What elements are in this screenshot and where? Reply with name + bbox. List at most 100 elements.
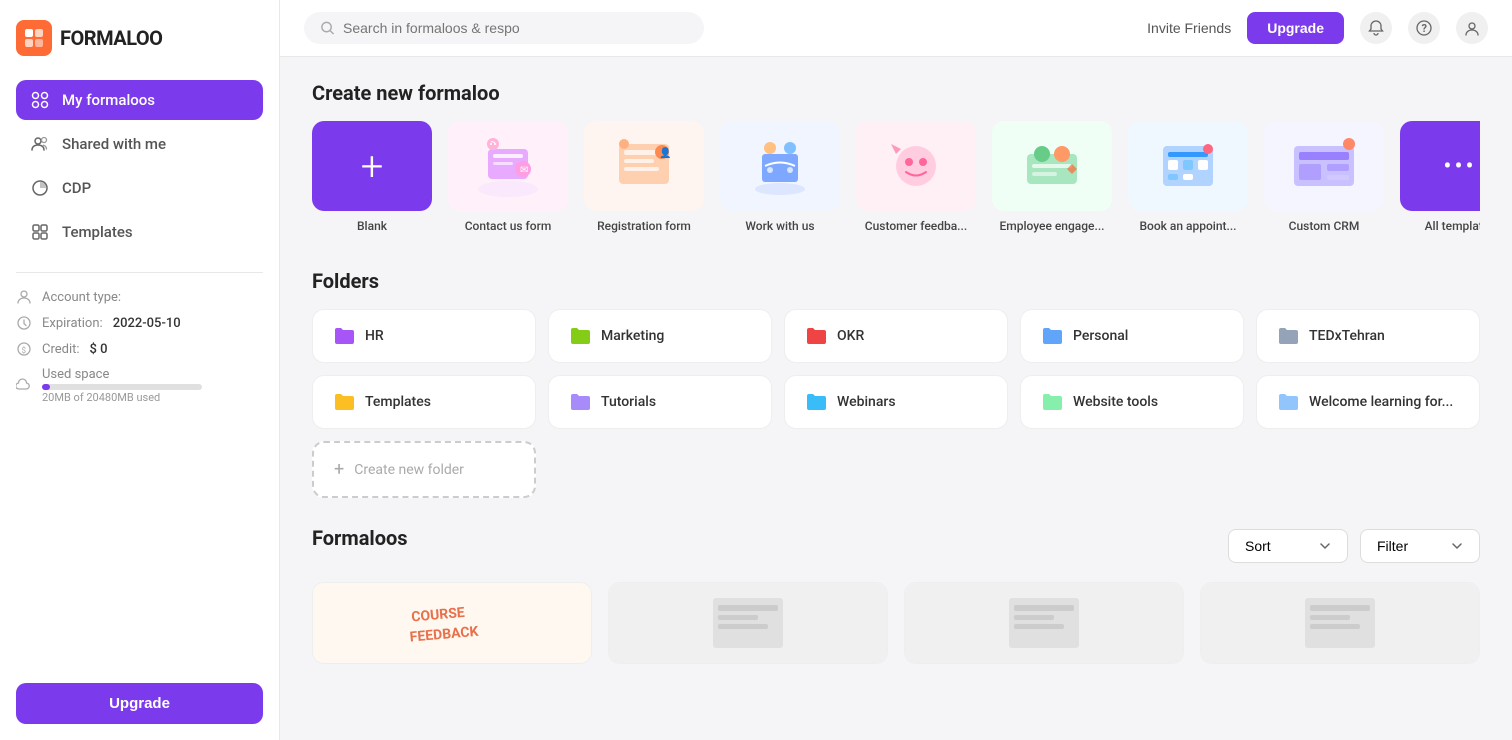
folder-icon-welcome bbox=[1277, 392, 1299, 412]
svg-text:$: $ bbox=[22, 346, 27, 355]
create-folder-plus: + bbox=[334, 459, 344, 480]
template-custom-crm[interactable]: Custom CRM bbox=[1264, 121, 1384, 233]
folder-templates-label: Templates bbox=[365, 394, 431, 410]
folder-hr[interactable]: HR bbox=[312, 309, 536, 363]
help-icon-button[interactable]: ? bbox=[1408, 12, 1440, 44]
sort-dropdown[interactable]: Sort bbox=[1228, 529, 1348, 563]
template-contact-us-form[interactable]: ✉ Contact us form bbox=[448, 121, 568, 233]
content-area: Create new formaloo + Blank bbox=[280, 57, 1512, 688]
folder-marketing[interactable]: Marketing bbox=[548, 309, 772, 363]
folder-marketing-label: Marketing bbox=[601, 328, 664, 344]
svg-text:?: ? bbox=[1422, 22, 1428, 35]
template-book-thumb bbox=[1128, 121, 1248, 211]
sidebar-item-shared-with-me[interactable]: Shared with me bbox=[16, 124, 263, 164]
svg-text:COURSE: COURSE bbox=[411, 605, 466, 626]
folder-icon-marketing bbox=[569, 326, 591, 346]
work-illustration bbox=[740, 134, 820, 199]
template-employee-thumb bbox=[992, 121, 1112, 211]
search-input[interactable] bbox=[343, 20, 688, 36]
template-registration-form[interactable]: 👤 Registration form bbox=[584, 121, 704, 233]
folder-website-tools-label: Website tools bbox=[1073, 394, 1158, 410]
progress-bar-bg bbox=[42, 384, 202, 390]
folders-section-title: Folders bbox=[312, 269, 1480, 293]
template-blank[interactable]: + Blank bbox=[312, 121, 432, 233]
template-all[interactable]: ••• All templates bbox=[1400, 121, 1480, 233]
folder-tutorials[interactable]: Tutorials bbox=[548, 375, 772, 429]
card-2-illustration bbox=[708, 593, 788, 653]
sidebar-divider bbox=[16, 272, 263, 273]
template-all-label: All templates bbox=[1425, 219, 1480, 233]
template-registration-thumb: 👤 bbox=[584, 121, 704, 211]
create-section-title: Create new formaloo bbox=[312, 81, 1480, 105]
folder-website-tools[interactable]: Website tools bbox=[1020, 375, 1244, 429]
template-customer-label: Customer feedba... bbox=[865, 219, 967, 233]
formaloos-section-title: Formaloos bbox=[312, 526, 408, 550]
expiration-label: Expiration: bbox=[42, 316, 103, 331]
sidebar-item-cdp[interactable]: CDP bbox=[16, 168, 263, 208]
template-blank-thumb: + bbox=[312, 121, 432, 211]
main-content: Invite Friends Upgrade ? bbox=[280, 0, 1512, 740]
folder-hr-label: HR bbox=[365, 328, 384, 344]
create-folder-card[interactable]: + Create new folder bbox=[312, 441, 536, 498]
sidebar-item-templates[interactable]: Templates bbox=[16, 212, 263, 252]
folder-icon-hr bbox=[333, 326, 355, 346]
template-work-label: Work with us bbox=[745, 219, 814, 233]
credit-label: Credit: bbox=[42, 342, 80, 357]
upgrade-sidebar-button[interactable]: Upgrade bbox=[16, 683, 263, 724]
folders-section: Folders HR Marketing bbox=[312, 269, 1480, 498]
filter-dropdown[interactable]: Filter bbox=[1360, 529, 1480, 563]
folder-tedx-label: TEDxTehran bbox=[1309, 328, 1385, 344]
search-icon bbox=[320, 20, 335, 36]
formaloo-card-2[interactable] bbox=[608, 582, 888, 664]
sidebar-item-shared-with-me-label: Shared with me bbox=[62, 135, 166, 153]
template-customer-feedback[interactable]: Customer feedba... bbox=[856, 121, 976, 233]
folder-tedx[interactable]: TEDxTehran bbox=[1256, 309, 1480, 363]
search-bar[interactable] bbox=[304, 12, 704, 44]
folder-templates[interactable]: Templates bbox=[312, 375, 536, 429]
notification-icon-button[interactable] bbox=[1360, 12, 1392, 44]
upgrade-top-button[interactable]: Upgrade bbox=[1247, 12, 1344, 44]
used-space-value: 20MB of 20480MB used bbox=[42, 391, 160, 404]
folder-welcome-label: Welcome learning for... bbox=[1309, 394, 1453, 410]
template-work-with-us[interactable]: Work with us bbox=[720, 121, 840, 233]
invite-friends-button[interactable]: Invite Friends bbox=[1147, 20, 1231, 36]
formaloos-section: Formaloos Sort Filter bbox=[312, 526, 1480, 664]
folder-welcome-learning[interactable]: Welcome learning for... bbox=[1256, 375, 1480, 429]
template-icon bbox=[30, 222, 50, 242]
svg-text:👤: 👤 bbox=[659, 146, 671, 159]
formaloo-thumb-3 bbox=[905, 583, 1183, 663]
chevron-down-icon bbox=[1319, 540, 1331, 552]
template-employee-engage[interactable]: Employee engage... bbox=[992, 121, 1112, 233]
template-contact-us-label: Contact us form bbox=[465, 219, 552, 233]
formaloo-thumb-2 bbox=[609, 583, 887, 663]
folder-personal[interactable]: Personal bbox=[1020, 309, 1244, 363]
customer-illustration bbox=[876, 134, 956, 199]
users-icon bbox=[30, 134, 50, 154]
cloud-icon bbox=[16, 378, 32, 394]
folder-webinars[interactable]: Webinars bbox=[784, 375, 1008, 429]
formaloo-card-4[interactable] bbox=[1200, 582, 1480, 664]
account-section: Account type: Expiration: 2022-05-10 $ C… bbox=[16, 289, 263, 405]
credit-value: $ 0 bbox=[90, 342, 108, 357]
used-space-row: Used space 20MB of 20480MB used bbox=[16, 367, 263, 405]
logo-text: FORMALOO bbox=[60, 26, 162, 50]
folder-okr[interactable]: OKR bbox=[784, 309, 1008, 363]
template-book-label: Book an appoint... bbox=[1139, 219, 1236, 233]
expiration-row: Expiration: 2022-05-10 bbox=[16, 315, 263, 331]
sidebar-item-my-formaloos[interactable]: My formaloos bbox=[16, 80, 263, 120]
chart-icon bbox=[30, 178, 50, 198]
formaloos-grid: COURSE FEEDBACK bbox=[312, 582, 1480, 664]
topbar-actions: Invite Friends Upgrade ? bbox=[1147, 12, 1488, 44]
template-crm-thumb bbox=[1264, 121, 1384, 211]
registration-illustration: 👤 bbox=[604, 134, 684, 199]
sidebar-item-cdp-label: CDP bbox=[62, 179, 91, 197]
folder-tutorials-label: Tutorials bbox=[601, 394, 656, 410]
formaloo-card-1[interactable]: COURSE FEEDBACK bbox=[312, 582, 592, 664]
formaloo-card-3[interactable] bbox=[904, 582, 1184, 664]
folder-icon-okr bbox=[805, 326, 827, 346]
book-illustration bbox=[1148, 134, 1228, 199]
svg-text:✉: ✉ bbox=[520, 165, 528, 176]
template-book-appoint[interactable]: Book an appoint... bbox=[1128, 121, 1248, 233]
svg-text:FEEDBACK: FEEDBACK bbox=[409, 624, 479, 646]
user-avatar[interactable] bbox=[1456, 12, 1488, 44]
